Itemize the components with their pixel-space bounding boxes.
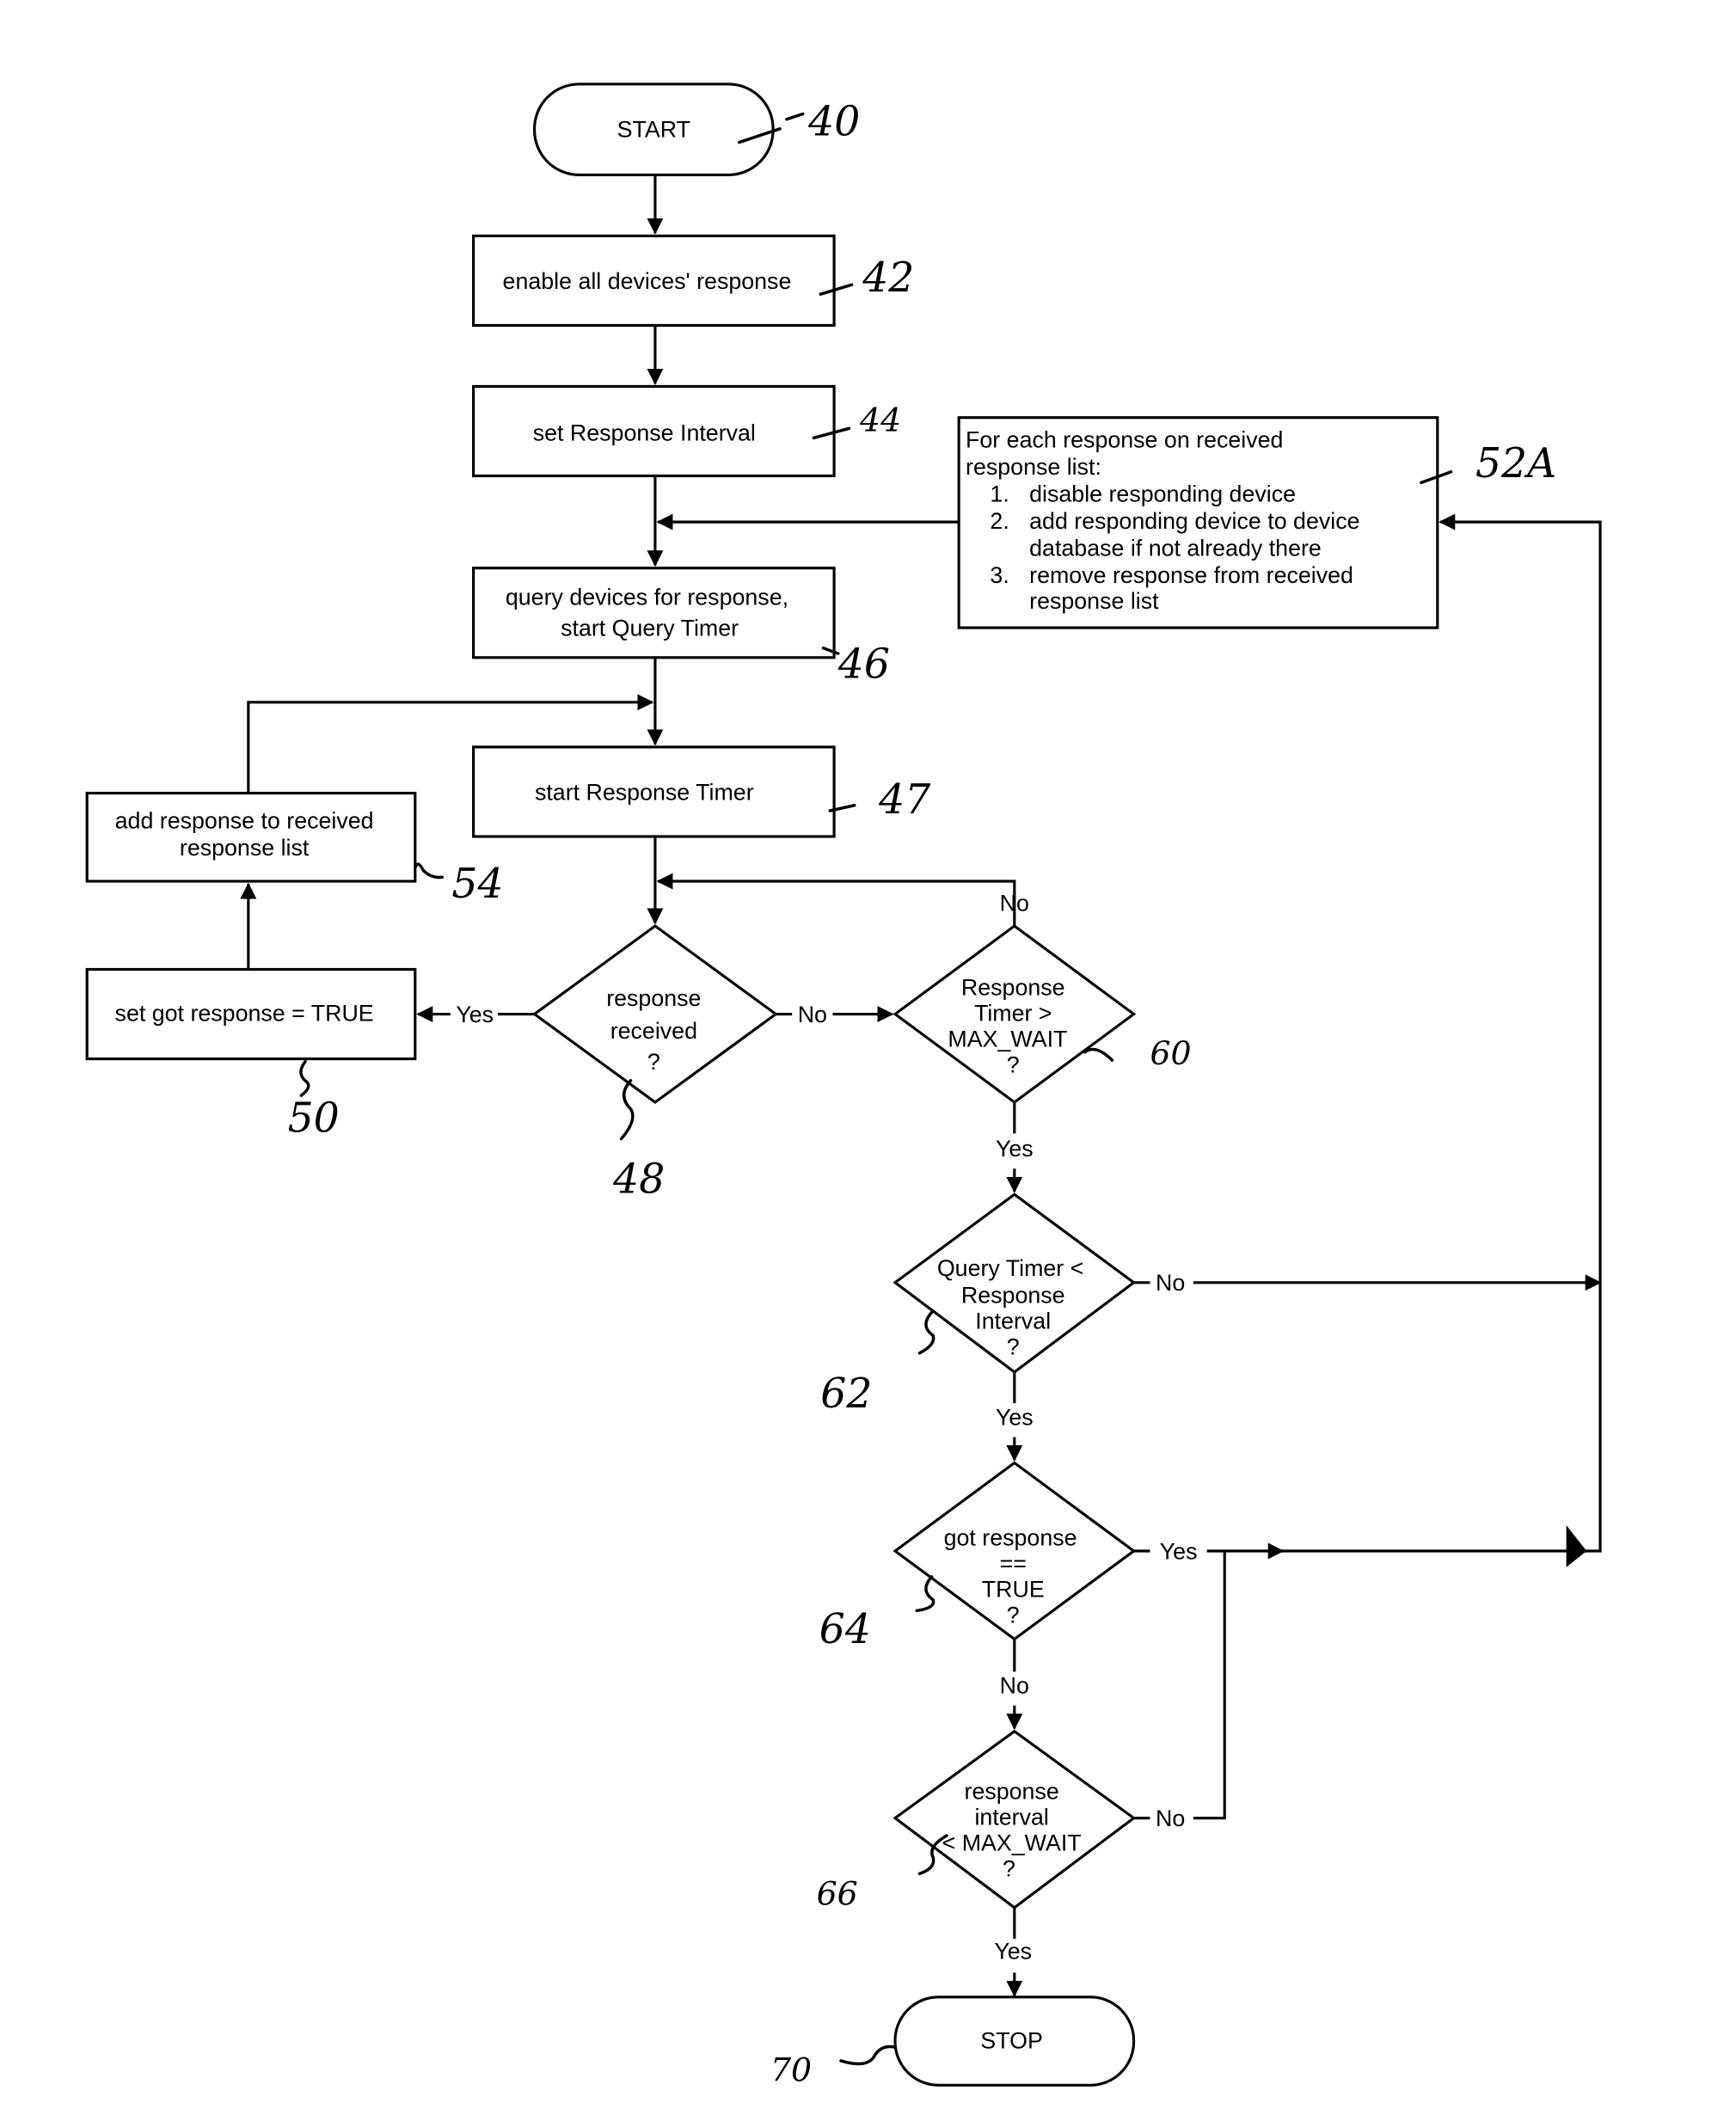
ref-40: 40 — [807, 99, 860, 146]
got-check-line-4: ? — [1007, 1603, 1020, 1628]
ref-60: 60 — [1150, 1034, 1192, 1072]
response-received-decision: response received ? — [531, 924, 778, 1104]
process-list-box: For each response on received response l… — [957, 416, 1439, 629]
timer-check-decision: Response Timer > MAX_WAIT ? — [893, 924, 1137, 1104]
process-list-num-3: 3. — [990, 562, 1009, 588]
ref-62: 62 — [820, 1370, 872, 1418]
start-terminal: START — [533, 83, 775, 176]
interval-yes-label: Yes — [994, 1939, 1032, 1965]
stop-label: STOP — [980, 2028, 1042, 2054]
process-list-num-2: 2. — [990, 508, 1009, 534]
timer-check-line-1: Response — [961, 974, 1065, 1000]
process-list-num-1: 1. — [990, 481, 1009, 506]
query-no-label: No — [1156, 1270, 1185, 1296]
got-check-line-1: got response — [944, 1525, 1077, 1551]
set-interval-label: set Response Interval — [533, 420, 756, 446]
timer-yes-label: Yes — [996, 1136, 1034, 1162]
add-response-line-1: add response to received — [115, 808, 374, 834]
set-interval-box: set Response Interval — [472, 384, 836, 478]
received-yes-label: Yes — [456, 1002, 494, 1027]
response-received-line-2: received — [610, 1018, 697, 1044]
query-yes-label: Yes — [996, 1404, 1034, 1430]
ref-54: 54 — [451, 861, 503, 908]
query-devices-line-2: start Query Timer — [561, 616, 739, 641]
set-got-response-label: set got response = TRUE — [115, 1000, 374, 1026]
add-response-box: add response to received response list — [85, 791, 417, 883]
timer-check-line-3: MAX_WAIT — [948, 1026, 1067, 1051]
leader-54 — [414, 862, 445, 880]
leader-60 — [1083, 1047, 1114, 1062]
ref-44: 44 — [859, 401, 901, 438]
interval-check-line-2: interval — [974, 1805, 1048, 1830]
query-check-line-2: Response — [961, 1282, 1065, 1308]
interval-no-label: No — [1156, 1805, 1185, 1831]
got-yes-label: Yes — [1160, 1538, 1198, 1564]
merge-arrowhead — [1566, 1525, 1587, 1567]
query-check-line-3: Interval — [975, 1308, 1051, 1333]
query-check-line-1: Query Timer < — [937, 1255, 1084, 1281]
timer-check-line-2: Timer > — [974, 1000, 1052, 1026]
ref-46: 46 — [837, 641, 890, 688]
process-list-intro-2: response list: — [966, 454, 1101, 480]
interval-check-line-4: ? — [1003, 1855, 1015, 1881]
process-list-item-3a: remove response from received — [1029, 562, 1353, 588]
arrow-timer-no-loop — [656, 873, 1016, 927]
process-list-intro-1: For each response on received — [966, 426, 1283, 452]
set-got-response-box: set got response = TRUE — [85, 967, 417, 1061]
start-label: START — [617, 116, 690, 142]
query-devices-box: query devices for response, start Query … — [472, 567, 836, 659]
ref-52a: 52A — [1475, 440, 1556, 487]
ref-48: 48 — [612, 1156, 665, 1204]
leader-48 — [619, 1079, 635, 1141]
enable-devices-box: enable all devices' response — [472, 234, 836, 328]
query-devices-line-1: query devices for response, — [506, 584, 788, 610]
ref-66: 66 — [817, 1875, 858, 1913]
stop-terminal: STOP — [893, 1995, 1136, 2087]
leader-62 — [917, 1310, 935, 1355]
arrow-feedback-to-list — [1438, 513, 1602, 1553]
ref-50: 50 — [288, 1095, 340, 1143]
timer-no-label: No — [1000, 891, 1029, 916]
got-response-check-decision: got response == TRUE ? — [893, 1461, 1137, 1641]
process-list-item-3b: response list — [1029, 588, 1159, 614]
got-check-line-3: TRUE — [982, 1577, 1045, 1603]
leader-64 — [915, 1575, 935, 1613]
interval-check-line-1: response — [965, 1779, 1059, 1805]
interval-check-decision: response interval < MAX_WAIT ? — [893, 1729, 1137, 1910]
leader-50 — [299, 1059, 310, 1097]
interval-check-line-3: < MAX_WAIT — [942, 1830, 1082, 1856]
leader-70 — [839, 2044, 897, 2066]
received-no-label: No — [798, 1002, 827, 1027]
line-interval-no-up — [1193, 1551, 1226, 1820]
response-received-line-3: ? — [647, 1049, 660, 1075]
add-response-line-2: response list — [180, 835, 310, 861]
got-no-label: No — [1000, 1673, 1029, 1699]
ref-42: 42 — [862, 254, 914, 302]
process-list-item-2b: database if not already there — [1029, 536, 1322, 561]
timer-check-line-4: ? — [1007, 1051, 1020, 1077]
flowchart: START 40 enable all devices' response 42… — [85, 83, 1602, 2089]
process-list-item-1: disable responding device — [1029, 481, 1296, 506]
ref-47: 47 — [878, 776, 931, 824]
enable-devices-label: enable all devices' response — [503, 268, 792, 294]
ref-64: 64 — [819, 1606, 871, 1653]
response-received-line-1: response — [606, 985, 701, 1011]
got-check-line-2: == — [1000, 1551, 1027, 1577]
ref-70: 70 — [770, 2051, 812, 2089]
query-check-line-4: ? — [1007, 1333, 1020, 1359]
start-timer-label: start Response Timer — [535, 779, 754, 805]
process-list-item-2a: add responding device to device — [1029, 508, 1359, 534]
start-timer-box: start Response Timer — [472, 745, 836, 838]
